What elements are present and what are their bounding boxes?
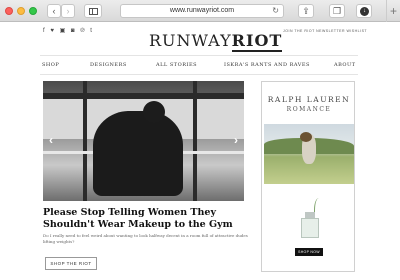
downloads-button[interactable]: ↓	[356, 4, 372, 18]
ad-brand-name: RALPH LAUREN	[267, 95, 351, 104]
close-window-button[interactable]	[5, 7, 13, 15]
social-icons[interactable]: f ♥ ▣ ◙ ℗ t	[43, 27, 94, 34]
hero-athlete	[93, 111, 183, 196]
hero-rack-left	[83, 81, 87, 201]
logo-riot: RIOT	[231, 31, 283, 52]
sidebar-icon	[89, 8, 98, 15]
hero-rack-right	[193, 81, 197, 201]
new-tab-icon: +	[389, 4, 397, 18]
main-navigation: SHOP DESIGNERS ALL STORIES ISKRA'S RANTS…	[40, 55, 358, 75]
perfume-bottle-image	[300, 198, 320, 238]
ad-shop-now-button[interactable]: SHOP NOW	[295, 248, 323, 256]
shop-the-riot-button[interactable]: SHOP THE RIOT	[45, 257, 97, 270]
share-icon: ⇪	[302, 6, 310, 16]
forward-button[interactable]: ›	[61, 4, 75, 18]
hero-image[interactable]: ‹ ›	[43, 81, 244, 201]
site-logo[interactable]: RUNWAYRIOT	[149, 31, 283, 52]
download-icon: ↓	[360, 7, 369, 16]
nav-item-designers[interactable]: DESIGNERS	[90, 62, 127, 68]
hero-beam	[43, 93, 244, 99]
ad-photo-model-hair	[300, 132, 312, 142]
article-excerpt: Do I really need to feel weird about wan…	[43, 233, 248, 244]
minimize-window-button[interactable]	[17, 7, 25, 15]
reload-icon[interactable]: ↻	[272, 5, 279, 17]
article-headline[interactable]: Please Stop Telling Women They Shouldn't…	[43, 207, 248, 231]
logo-runway: RUNWAY	[149, 31, 232, 50]
tabs-button[interactable]: ❐	[329, 4, 345, 18]
back-button[interactable]: ‹	[47, 4, 61, 18]
ad-product-name: ROMANCE	[286, 106, 332, 113]
ad-bottle-body	[301, 218, 319, 238]
forward-icon: ›	[66, 6, 70, 16]
ad-bottle-flower-stem	[314, 198, 322, 218]
nav-item-all-stories[interactable]: ALL STORIES	[156, 62, 197, 68]
share-button[interactable]: ⇪	[298, 4, 314, 18]
address-bar[interactable]: www.runwayriot.com ↻	[120, 4, 284, 18]
sidebar-toggle-button[interactable]	[84, 4, 102, 18]
slider-next-arrow-icon[interactable]: ›	[230, 133, 242, 147]
slider-prev-arrow-icon[interactable]: ‹	[45, 133, 57, 147]
hero-athlete-head	[143, 101, 165, 123]
ad-photo	[264, 124, 354, 184]
new-tab-button[interactable]: +	[386, 0, 400, 22]
ralph-lauren-ad[interactable]: RALPH LAUREN ROMANCE SHOP NOW	[261, 81, 355, 272]
tabs-icon: ❐	[332, 6, 342, 16]
nav-item-about[interactable]: ABOUT	[334, 62, 356, 68]
nav-item-rants-and-raves[interactable]: ISKRA'S RANTS AND RAVES	[224, 62, 310, 68]
back-icon: ‹	[52, 6, 56, 16]
nav-item-shop[interactable]: SHOP	[42, 62, 59, 68]
newsletter-link[interactable]: JOIN THE RIOT NEWSLETTER WISHLIST	[283, 29, 367, 33]
browser-toolbar: ‹ › www.runwayriot.com ↻ ⇪ ❐ ↓ +	[0, 0, 400, 22]
maximize-window-button[interactable]	[29, 7, 37, 15]
url-text: www.runwayriot.com	[169, 7, 235, 14]
